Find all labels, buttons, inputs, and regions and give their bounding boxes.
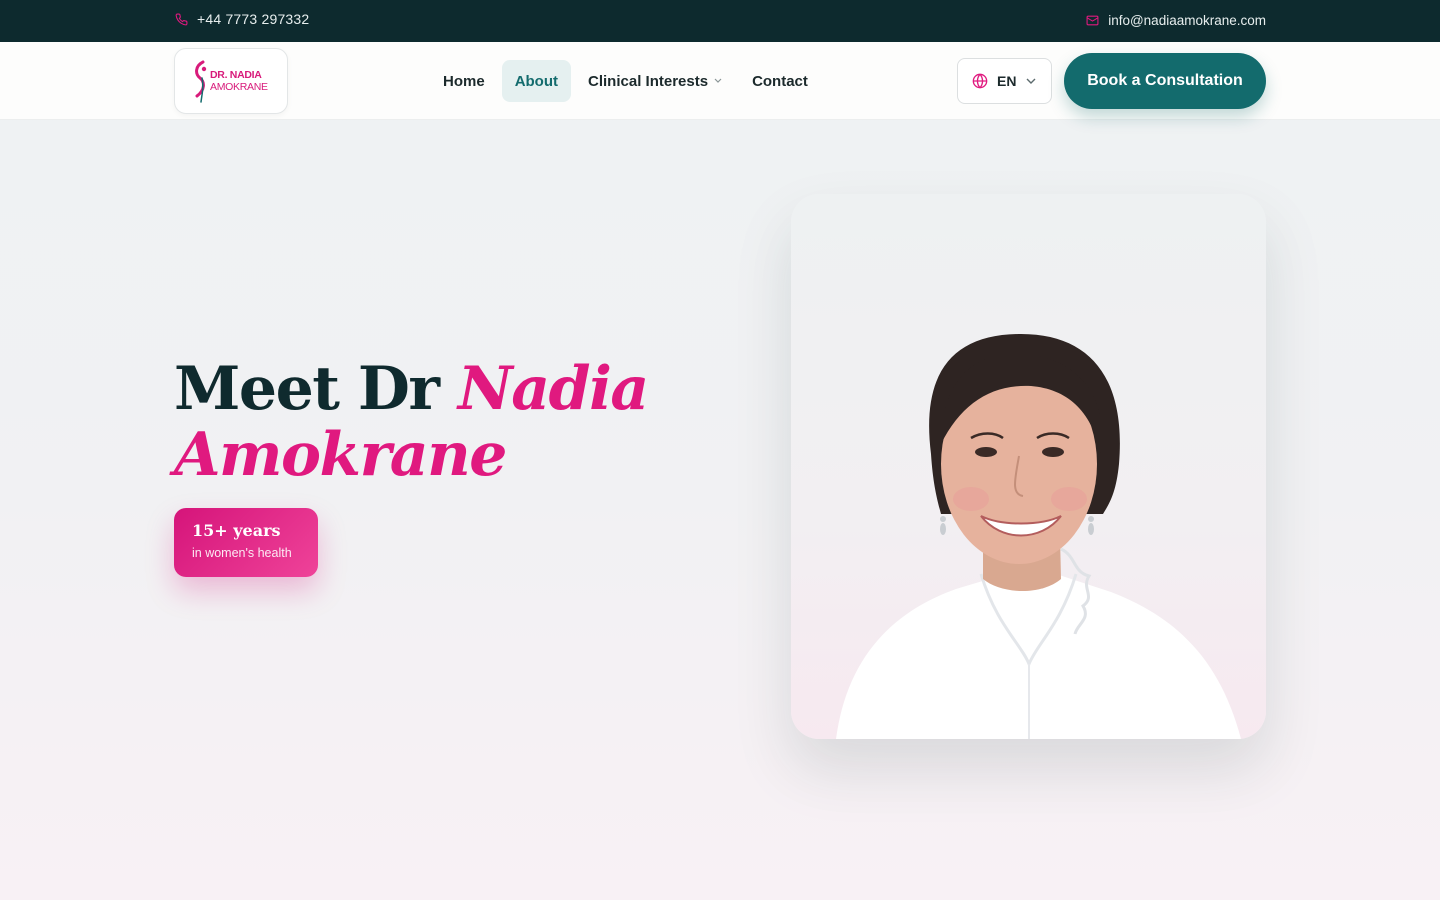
chevron-down-icon xyxy=(1026,78,1036,84)
experience-value: 15+ years xyxy=(192,521,281,540)
hero-title-first-name: Nadia xyxy=(457,354,649,424)
hero-title: Meet Dr Nadia Amokrane xyxy=(174,356,734,488)
mail-icon xyxy=(1086,15,1099,26)
nav-item-label: Clinical Interests xyxy=(588,72,709,90)
portrait-illustration xyxy=(836,334,1241,739)
experience-caption: in women's health xyxy=(192,546,292,560)
site-logo[interactable]: DR. NADIA AMOKRANE xyxy=(174,48,288,114)
logo-line-2: AMOKRANE xyxy=(210,81,268,93)
email-address: info@nadiaamokrane.com xyxy=(1108,13,1266,28)
logo-mark-icon xyxy=(195,60,207,103)
phone-number: +44 7773 297332 xyxy=(197,11,310,27)
nav-item-label: About xyxy=(514,72,559,90)
phone-icon xyxy=(175,13,188,25)
phone-link[interactable]: +44 7773 297332 xyxy=(175,11,309,27)
top-contact-bar: +44 7773 297332 info@nadiaamokrane.com xyxy=(0,0,1440,42)
nav-item-label: Contact xyxy=(752,72,808,90)
nav-item-contact[interactable]: Contact xyxy=(739,60,821,102)
main-nav: Home About Clinical Interests Contact xyxy=(430,60,825,102)
experience-badge: 15+ years in women's health xyxy=(174,508,318,577)
language-value: EN xyxy=(997,73,1017,89)
email-link[interactable]: info@nadiaamokrane.com xyxy=(1086,13,1266,28)
language-selector[interactable]: EN xyxy=(957,58,1052,104)
nav-item-label: Home xyxy=(443,72,485,90)
globe-icon xyxy=(972,73,988,89)
nav-item-home[interactable]: Home xyxy=(430,60,498,102)
logo-text: DR. NADIA AMOKRANE xyxy=(210,69,268,93)
hero-title-last-name: Amokrane xyxy=(174,420,507,490)
nav-item-clinical-interests[interactable]: Clinical Interests xyxy=(575,60,735,102)
site-header: DR. NADIA AMOKRANE Home About Clinical I… xyxy=(0,42,1440,120)
nav-item-about[interactable]: About xyxy=(501,60,572,102)
hero-title-plain: Meet Dr xyxy=(174,354,440,424)
logo-line-1: DR. NADIA xyxy=(210,69,262,81)
book-consultation-button[interactable]: Book a Consultation xyxy=(1064,53,1266,109)
chevron-down-icon xyxy=(714,78,722,83)
doctor-portrait xyxy=(791,194,1266,739)
